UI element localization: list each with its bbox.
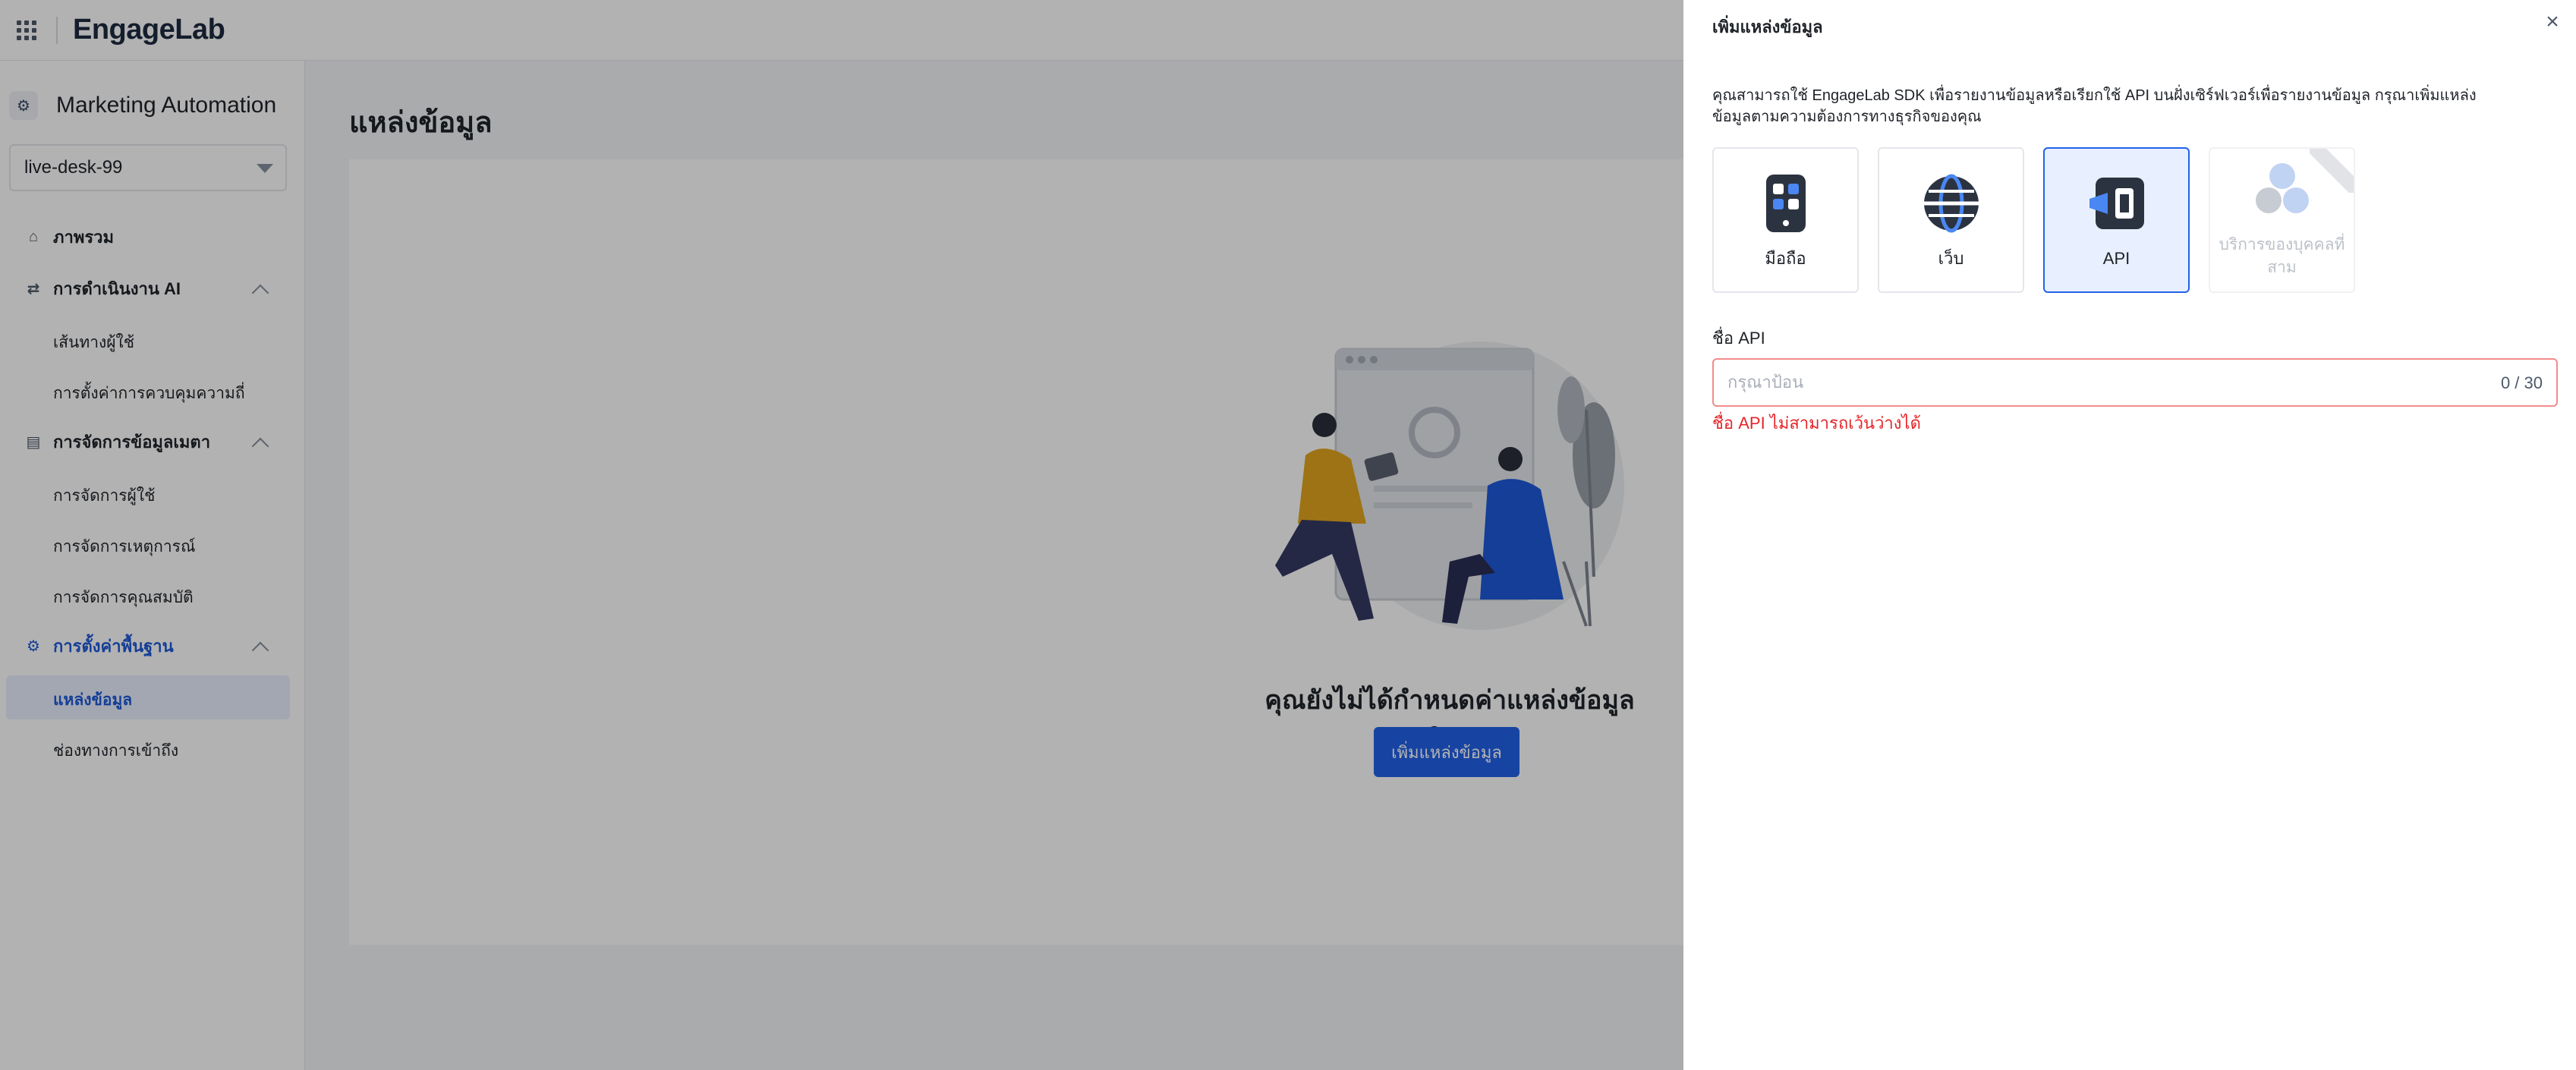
drawer-title: เพิ่มแหล่งข้อมูล xyxy=(1712,17,1823,36)
source-card-third-party[interactable]: บริการของบุคคลที่สาม xyxy=(2209,147,2355,293)
mobile-icon xyxy=(1714,173,1857,234)
source-card-label: มือถือ xyxy=(1765,249,1806,268)
drawer-description: คุณสามารถใช้ EngageLab SDK เพื่อรายงานข้… xyxy=(1712,87,2477,125)
source-card-label: บริการของบุคคลที่สาม xyxy=(2219,236,2345,276)
source-card-label: API xyxy=(2102,249,2130,268)
source-card-label: เว็บ xyxy=(1938,249,1964,268)
api-plug-icon xyxy=(2045,173,2188,234)
source-card-mobile[interactable]: มือถือ xyxy=(1712,147,1859,293)
source-card-web[interactable]: เว็บ xyxy=(1878,147,2024,293)
api-name-label: ชื่อ API xyxy=(1712,329,1765,348)
web-globe-icon xyxy=(1879,173,2023,234)
char-counter: 0 / 30 xyxy=(2500,373,2543,392)
close-icon[interactable]: × xyxy=(2541,11,2564,33)
api-name-error: ชื่อ API ไม่สามารถเว้นว่างได้ xyxy=(1712,414,1921,433)
third-party-icon xyxy=(2210,159,2354,220)
api-name-field[interactable]: 0 / 30 xyxy=(1712,358,2558,407)
add-data-source-drawer: เพิ่มแหล่งข้อมูล × คุณสามารถใช้ EngageLa… xyxy=(1683,0,2576,1070)
source-card-api[interactable]: API xyxy=(2043,147,2190,293)
api-name-input[interactable] xyxy=(1727,360,2411,405)
